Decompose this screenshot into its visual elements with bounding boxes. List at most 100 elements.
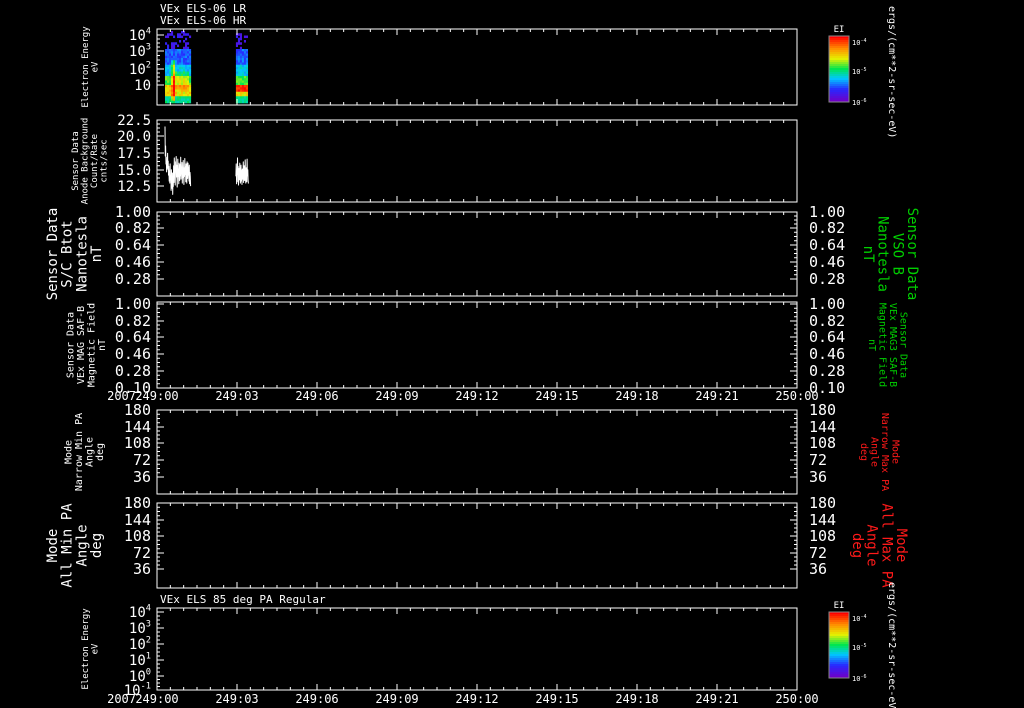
- spectrogram-pixel: [183, 46, 186, 50]
- data-point: [184, 176, 185, 178]
- spectrogram-pixel: [175, 98, 178, 102]
- spectrogram-pixel: [173, 82, 176, 86]
- data-point: [176, 187, 178, 188]
- panel-anode-background: 22.520.017.515.012.5 Sensor DataAnode Bac…: [71, 113, 798, 204]
- spectrogram-pixel: [179, 60, 182, 63]
- spectrogram-pixel: [175, 80, 178, 84]
- spectrogram-pixel: [183, 58, 186, 61]
- colorbar-swatch: [829, 656, 849, 659]
- spectrogram-pixel: [175, 42, 178, 45]
- spectrogram-pixel: [243, 78, 247, 81]
- spectrogram-pixel: [239, 60, 243, 63]
- spectrogram-pixel: [235, 78, 239, 81]
- spectrogram-pixel: [169, 82, 172, 86]
- data-point: [238, 176, 240, 178]
- spectrogram-pixel: [245, 71, 249, 75]
- colorbar-swatch: [829, 640, 849, 643]
- spectrogram-pixel: [245, 76, 249, 79]
- spectrogram-pixel: [165, 67, 168, 70]
- data-point: [185, 181, 187, 183]
- data-point: [167, 169, 169, 170]
- data-point: [170, 190, 172, 191]
- spectrogram-pixel: [171, 91, 174, 95]
- y-tick-label-right: 180: [809, 401, 836, 419]
- spectrogram-pixel: [235, 89, 239, 93]
- spectrogram-pixel: [241, 76, 245, 79]
- spectrogram-pixel: [181, 51, 184, 54]
- spectrogram-pixel: [185, 62, 188, 66]
- spectrogram-pixel: [241, 53, 245, 57]
- spectrogram-pixel: [245, 100, 249, 104]
- time-tick-label: 249:00: [135, 692, 178, 706]
- colorbar-swatch: [829, 44, 849, 47]
- y-tick-label: 20.0: [117, 129, 151, 145]
- spectrogram-pixel: [175, 55, 178, 59]
- spectrogram-pixel: [185, 98, 188, 102]
- spectrogram-pixel: [175, 82, 178, 86]
- data-point: [178, 168, 179, 170]
- spectrogram-pixel: [237, 98, 241, 102]
- colorbar-swatch: [829, 668, 849, 671]
- spectrogram-pixel: [239, 69, 243, 72]
- spectrogram-pixel: [169, 51, 172, 54]
- spectrogram-pixel: [169, 49, 172, 52]
- data-point: [188, 181, 190, 182]
- spectrogram-pixel: [243, 80, 247, 84]
- spectrogram-pixel: [237, 96, 241, 99]
- colorbar-swatch: [829, 654, 849, 657]
- spectrogram-pixel: [173, 94, 176, 97]
- spectrogram-pixel: [187, 62, 190, 66]
- data-point: [235, 175, 237, 177]
- spectrogram-pixel: [173, 73, 176, 77]
- colorbar-swatch: [829, 56, 849, 59]
- data-point: [238, 185, 239, 186]
- y-tick-label: 22.5: [117, 113, 151, 129]
- data-point: [240, 177, 242, 178]
- y-tick-label-right: 0.28: [809, 362, 845, 380]
- spectrogram-pixel: [185, 58, 188, 61]
- spectrogram-pixel: [181, 89, 184, 93]
- spectrogram-pixel: [167, 71, 170, 75]
- spectrogram-pixel: [169, 76, 172, 79]
- data-point: [165, 145, 166, 147]
- colorbar-swatch: [829, 628, 849, 631]
- spectrogram-pixel: [173, 67, 176, 70]
- data-point: [246, 173, 247, 174]
- time-tick-label: 250:00: [775, 389, 818, 403]
- spectrogram-pixel: [239, 82, 243, 86]
- spectrogram-pixel: [171, 64, 174, 68]
- spectrogram-pixel: [167, 69, 170, 72]
- time-tick-label: 249:12: [455, 389, 498, 403]
- spectrogram-pixel: [237, 37, 241, 41]
- spectrogram-pixel: [185, 37, 188, 41]
- y-tick-label: 180: [124, 494, 151, 512]
- spectrogram-pixel: [237, 53, 241, 57]
- spectrogram-pixel: [183, 64, 186, 68]
- data-point: [180, 156, 181, 158]
- spectrogram-pixel: [171, 60, 174, 63]
- colorbar-swatch: [829, 626, 849, 629]
- spectrogram-pixel: [169, 87, 172, 90]
- data-point: [241, 169, 242, 171]
- spectrogram-pixel: [169, 60, 172, 63]
- spectrogram-pixel: [185, 80, 188, 84]
- spectrogram-pixel: [235, 51, 239, 54]
- spectrogram-pixel: [235, 64, 239, 68]
- y-tick-label-right: 36: [809, 560, 827, 578]
- spectrogram-pixel: [239, 89, 243, 93]
- colorbar-swatch: [829, 616, 849, 619]
- spectrogram-pixel: [189, 64, 192, 68]
- spectrogram-pixel: [245, 49, 249, 52]
- colorbar-swatch: [829, 42, 849, 45]
- spectrogram-pixel: [167, 58, 170, 61]
- panel-sc-btot: 1.00 1.000.82 0.820.64 0.640.46 0.460.28 0.28…: [45, 203, 920, 300]
- spectrogram-pixel: [241, 49, 245, 52]
- spectrogram-pixel: [181, 69, 184, 72]
- spectrogram-pixel: [177, 87, 180, 90]
- spectrogram-pixel: [183, 87, 186, 90]
- colorbar-units: ergs/(cm**2-sr-sec-eV): [886, 582, 897, 708]
- spectrogram-pixel: [241, 78, 245, 81]
- data-point: [185, 165, 186, 167]
- colorbar-swatch: [829, 658, 849, 661]
- spectrogram-pixel: [173, 62, 176, 66]
